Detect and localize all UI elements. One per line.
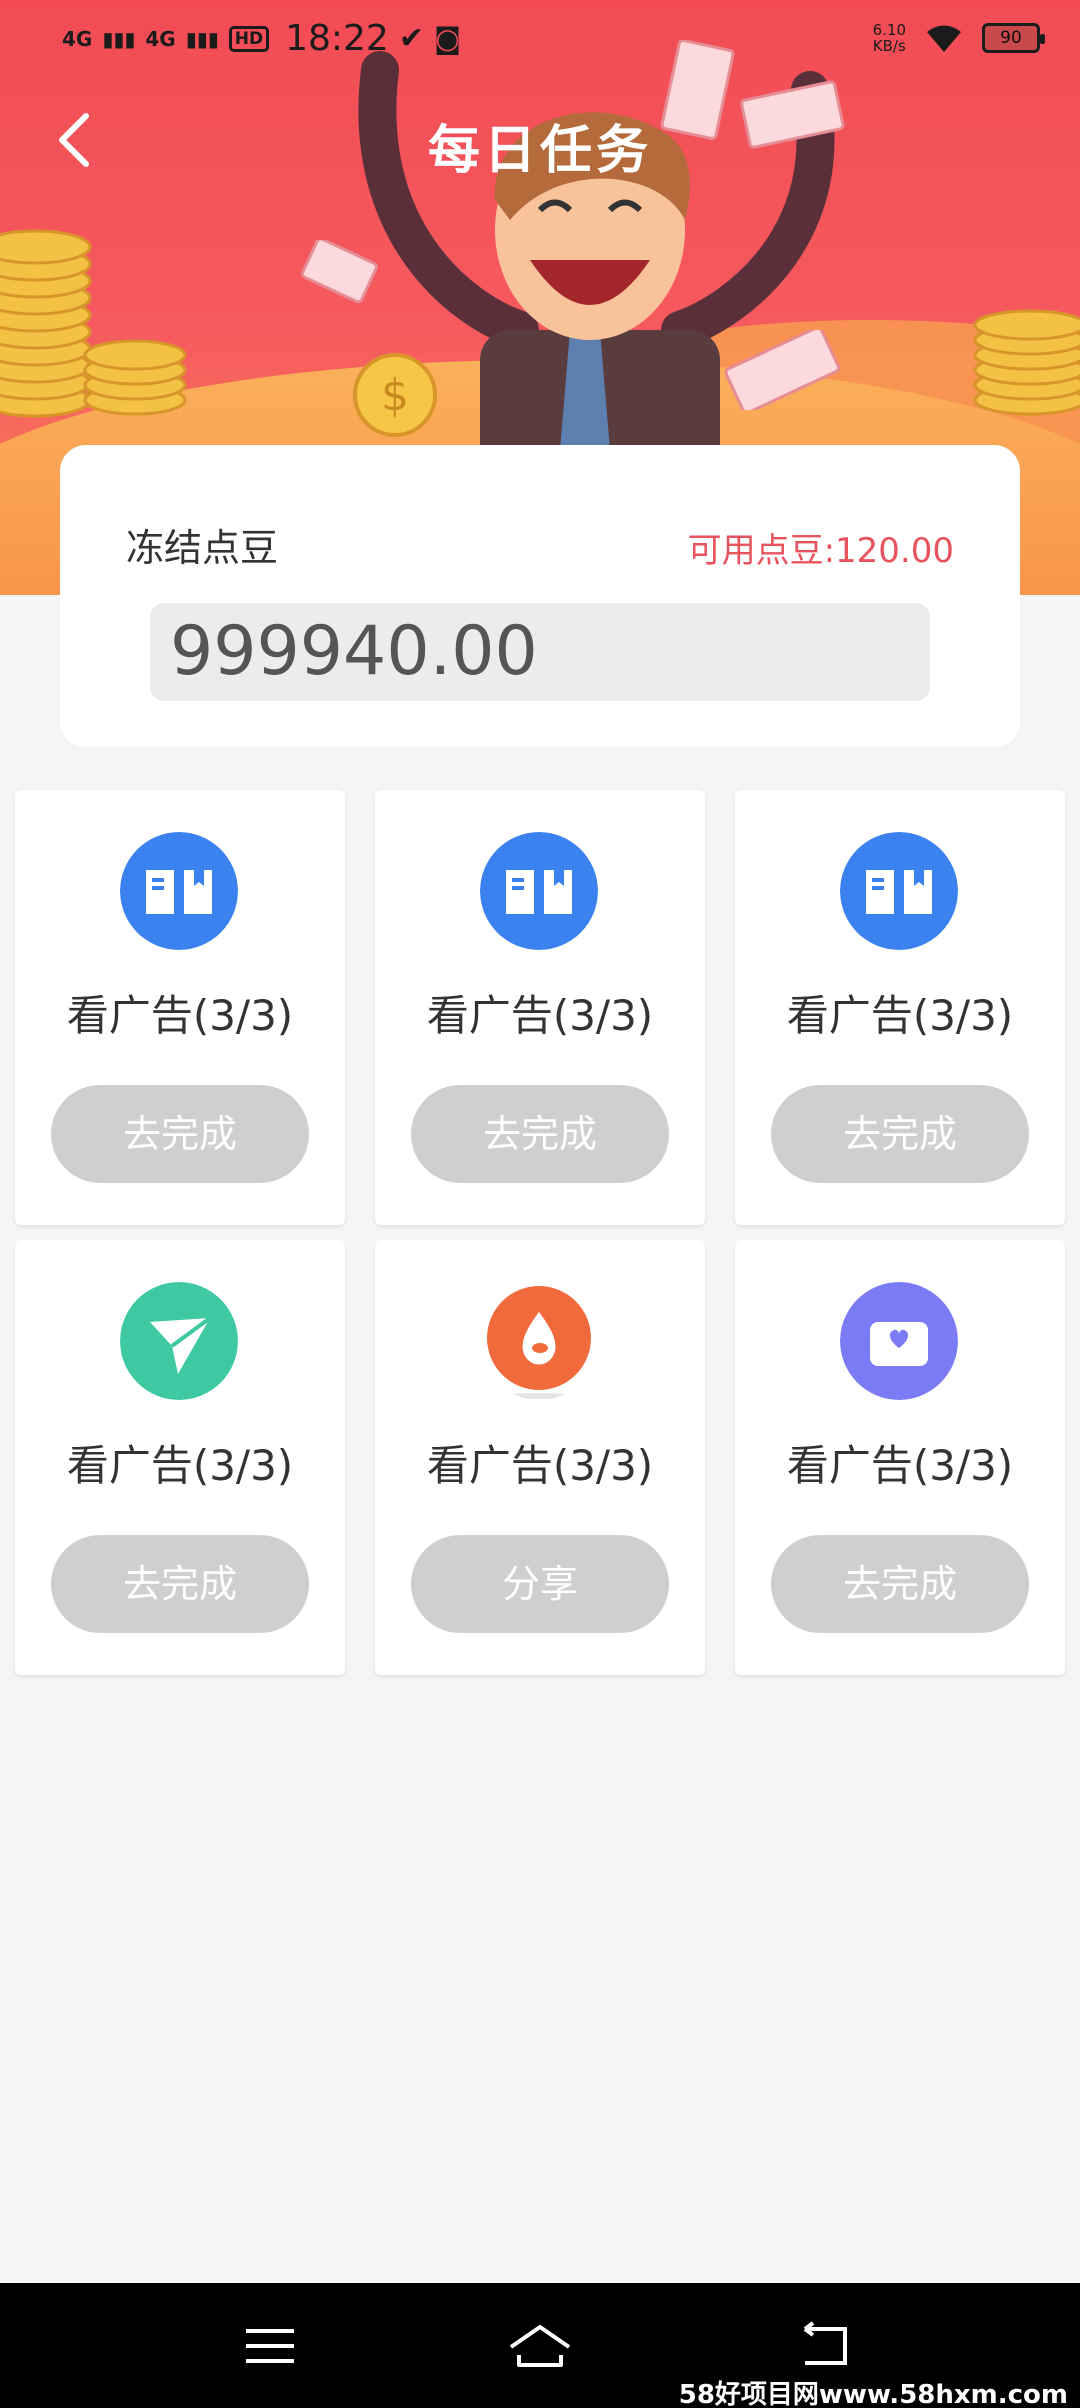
menu-icon[interactable]: [240, 2321, 300, 2371]
signal-bars-icon: ▮▮▮: [102, 26, 136, 51]
money-bill-icon: [300, 240, 378, 304]
task-label: 看广告(3/3): [426, 991, 654, 1040]
back-icon[interactable]: [795, 2321, 855, 2371]
home-icon[interactable]: [505, 2321, 575, 2371]
coin-stack-right: [973, 309, 1080, 416]
complete-task-button[interactable]: 去完成: [771, 1535, 1029, 1633]
task-label: 看广告(3/3): [426, 1441, 654, 1490]
complete-task-button[interactable]: 去完成: [411, 1085, 669, 1183]
balance-card: 冻结点豆 可用点豆:120.00 999940.00: [60, 445, 1020, 747]
page-title: 每日任务: [427, 121, 652, 181]
signal-bars-icon: ▮▮▮: [185, 26, 219, 51]
book-icon: [480, 832, 598, 950]
hd-voice-icon: HD: [228, 25, 270, 52]
coin-stack-left: [0, 229, 187, 418]
task-label: 看广告(3/3): [786, 1441, 1014, 1490]
signal-4g-icon: 4G: [145, 26, 176, 51]
task-label: 看广告(3/3): [66, 991, 294, 1040]
task-label: 看广告(3/3): [66, 1441, 294, 1490]
frozen-beans-value: 999940.00: [150, 603, 930, 701]
task-card: 看广告(3/3) 去完成: [735, 790, 1065, 1225]
complete-task-button[interactable]: 去完成: [51, 1085, 309, 1183]
flame-drop-icon: [487, 1286, 591, 1399]
battery-icon: 90: [982, 23, 1045, 53]
watermark-text: 58好项目网www.58hxm.com: [678, 2380, 1068, 2408]
task-card: 看广告(3/3) 去完成: [375, 790, 705, 1225]
available-beans: 可用点豆:120.00: [687, 531, 954, 571]
complete-task-button[interactable]: 去完成: [51, 1535, 309, 1633]
network-speed: 6.10 KB/s: [872, 21, 906, 55]
camera-icon: ◙: [433, 22, 462, 55]
task-card: 看广告(3/3) 分享: [375, 1240, 705, 1675]
complete-task-button[interactable]: 去完成: [771, 1085, 1029, 1183]
money-bill-icon: [724, 330, 841, 410]
signal-4g-icon: 4G: [62, 26, 93, 51]
status-time: 18:22: [285, 18, 389, 59]
check-circle-icon: ✔: [398, 21, 424, 56]
wifi-icon: [927, 25, 961, 52]
task-card: 看广告(3/3) 去完成: [735, 1240, 1065, 1675]
frozen-beans-label: 冻结点豆: [126, 526, 279, 570]
task-grid: 看广告(3/3) 去完成 看广告(3/3) 去完成 看广告(3/3) 去完成 看…: [15, 790, 1065, 1675]
book-icon: [840, 832, 958, 950]
envelope-heart-icon: [840, 1282, 958, 1400]
share-button[interactable]: 分享: [411, 1535, 669, 1633]
task-card: 看广告(3/3) 去完成: [15, 790, 345, 1225]
book-icon: [120, 832, 238, 950]
task-label: 看广告(3/3): [786, 991, 1014, 1040]
status-bar: 4G ▮▮▮ 4G ▮▮▮ HD 18:22 ✔ ◙ 6.10 KB/s 90: [0, 0, 1080, 84]
paper-plane-icon: [120, 1282, 238, 1400]
task-card: 看广告(3/3) 去完成: [15, 1240, 345, 1675]
